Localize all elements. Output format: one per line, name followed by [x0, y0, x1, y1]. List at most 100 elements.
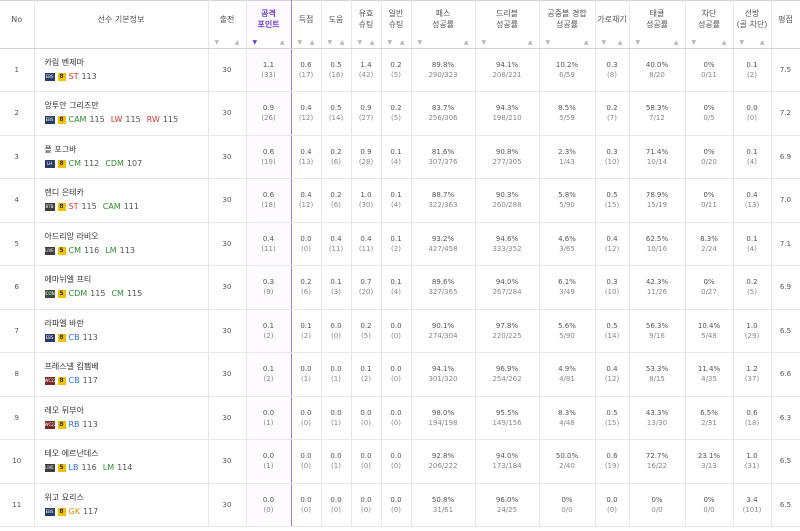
- sort-down-icon[interactable]: ▼: [418, 38, 423, 48]
- col-header-no[interactable]: No: [0, 0, 35, 38]
- player-info[interactable]: 앙투안 그리즈만 EBS 8 CAM 115 LW 115 RW 115: [34, 91, 209, 136]
- player-info[interactable]: 라파엘 바란 EBS 8 CB 113: [34, 309, 209, 353]
- sort-up-icon[interactable]: ▲: [722, 38, 727, 48]
- col-header-dribble[interactable]: 드리블 성공률: [475, 0, 540, 38]
- sort-controls[interactable]: ▼ ▲: [245, 37, 292, 49]
- table-row[interactable]: 5 아드리앙 라비오 LIVE 5 CM 116 LM 113 30 0.4 (11) 0.…: [0, 222, 800, 266]
- table-row[interactable]: 3 폴 포그바 LH 8 CM 112 CDM 107 30 0.6 (19) 0.4 (13…: [0, 135, 800, 179]
- col-header-goals[interactable]: 득점: [291, 0, 322, 38]
- sort-down-icon[interactable]: ▼: [388, 38, 393, 48]
- sort-down-icon[interactable]: ▼: [215, 38, 220, 48]
- sort-down-icon[interactable]: ▼: [602, 38, 607, 48]
- player-name[interactable]: 에마뉘엘 프티: [45, 275, 208, 285]
- intercept-cell: 0.4 (12): [595, 222, 630, 266]
- col-header-rating[interactable]: 평점: [771, 0, 800, 38]
- team-badge-icon: WC22: [44, 420, 57, 429]
- player-info[interactable]: 에마뉘엘 프티 ICON 5 CDM 115 CM 115: [34, 265, 209, 310]
- col-header-shots-on[interactable]: 유효 슈팅: [351, 0, 382, 38]
- sort-up-icon[interactable]: ▲: [760, 38, 765, 48]
- sort-controls[interactable]: ▼ ▲: [685, 37, 734, 49]
- sort-controls[interactable]: ▼ ▲: [351, 37, 382, 49]
- apps-cell: 30: [208, 309, 247, 353]
- sort-up-icon[interactable]: ▲: [584, 38, 589, 48]
- sort-down-icon[interactable]: ▼: [692, 38, 697, 48]
- player-info[interactable]: 아드리앙 라비오 LIVE 5 CM 116 LM 113: [34, 222, 209, 266]
- col-header-assists[interactable]: 도움: [321, 0, 352, 38]
- dribble-cell: 94.0% 173/184: [475, 439, 540, 484]
- player-info[interactable]: 카림 벤제마 EBS 8 ST 113: [34, 48, 209, 92]
- player-name[interactable]: 레오 뒤부아: [45, 406, 208, 416]
- sort-controls[interactable]: ▼ ▲: [539, 37, 596, 49]
- intercept-cell: 0.5 (15): [595, 396, 630, 440]
- col-header-aerial[interactable]: 공중볼 경합 성공률: [539, 0, 596, 38]
- sort-down-icon[interactable]: ▼: [253, 38, 258, 48]
- dribble-cell: 96.0% 24/25: [475, 483, 540, 527]
- col-header-player[interactable]: 선수 기본정보: [34, 0, 209, 38]
- aerial-cell: 4.9% 4/81: [539, 352, 596, 397]
- sort-up-icon[interactable]: ▲: [235, 38, 240, 48]
- sort-down-icon[interactable]: ▼: [358, 38, 363, 48]
- player-name[interactable]: 테오 에르난데스: [45, 449, 208, 459]
- sort-controls[interactable]: ▼ ▲: [411, 37, 476, 49]
- player-name[interactable]: 프레스넬 킴펨베: [45, 362, 208, 372]
- position-label: LW: [110, 115, 123, 125]
- header-row: No 선수 기본정보 출전 공격 포인트 득점 도움 유효 슈팅 일반 슈팅 패스 성공…: [0, 0, 800, 38]
- sort-controls[interactable]: ▼ ▲: [291, 37, 322, 49]
- player-name[interactable]: 아드리앙 라비오: [45, 232, 208, 242]
- col-header-defense[interactable]: 선방 (골 차단): [733, 0, 772, 38]
- table-row[interactable]: 2 앙투안 그리즈만 EBS 8 CAM 115 LW 115 RW 115 30 0.9(…: [0, 91, 800, 136]
- player-info[interactable]: 프레스넬 킴펨베 WC22 8 CB 117: [34, 352, 209, 397]
- sort-up-icon[interactable]: ▲: [310, 38, 315, 48]
- table-row[interactable]: 6 에마뉘엘 프티 ICON 5 CDM 115 CM 115 30 0.3 (9) 0.2…: [0, 265, 800, 310]
- shots-on-cell: 0.1 (2): [351, 352, 382, 397]
- player-name[interactable]: 폴 포그바: [45, 145, 208, 155]
- table-row[interactable]: 9 레오 뒤부아 WC22 8 RB 113 30 0.0 (1) 0.0 (0) 0.0(…: [0, 396, 800, 440]
- sort-up-icon[interactable]: ▲: [674, 38, 679, 48]
- sort-down-icon[interactable]: ▼: [328, 38, 333, 48]
- player-info[interactable]: 레오 뒤부아 WC22 8 RB 113: [34, 396, 209, 440]
- sort-down-icon[interactable]: ▼: [636, 38, 641, 48]
- block-cell: 0% 0/5: [685, 91, 734, 136]
- player-name[interactable]: 앙투안 그리즈만: [45, 101, 208, 111]
- table-row[interactable]: 10 테오 에르난데스 LIVE 5 LB 116 LM 114 30 0.0 (1) 0.…: [0, 439, 800, 484]
- player-info[interactable]: 랜디 은테카 BTB 8 ST 115 CAM 111: [34, 178, 209, 223]
- col-header-apps[interactable]: 출전: [208, 0, 247, 38]
- sort-controls[interactable]: ▼ ▲: [475, 37, 540, 49]
- sort-controls[interactable]: ▼ ▲: [381, 37, 412, 49]
- sort-up-icon[interactable]: ▲: [280, 38, 285, 48]
- sort-up-icon[interactable]: ▲: [340, 38, 345, 48]
- col-header-block[interactable]: 차단 성공률: [685, 0, 734, 38]
- sort-down-icon[interactable]: ▼: [482, 38, 487, 48]
- sort-controls[interactable]: ▼ ▲: [321, 37, 352, 49]
- player-info[interactable]: 위고 요리스 EBS 8 GK 117: [34, 483, 209, 527]
- col-header-intercept[interactable]: 가로채기: [595, 0, 630, 38]
- sort-controls[interactable]: ▼ ▲: [595, 37, 630, 49]
- player-name[interactable]: 라파엘 바란: [45, 319, 208, 329]
- col-header-pass[interactable]: 패스 성공률: [411, 0, 476, 38]
- sort-down-icon[interactable]: ▼: [298, 38, 303, 48]
- col-header-attack-points[interactable]: 공격 포인트: [245, 0, 292, 38]
- player-info[interactable]: 테오 에르난데스 LIVE 5 LB 116 LM 114: [34, 439, 209, 484]
- player-name[interactable]: 카림 벤제마: [45, 58, 208, 68]
- player-name[interactable]: 랜디 은테카: [45, 188, 208, 198]
- sort-up-icon[interactable]: ▲: [528, 38, 533, 48]
- sort-controls[interactable]: ▼ ▲: [208, 37, 247, 49]
- col-header-shots[interactable]: 일반 슈팅: [381, 0, 412, 38]
- table-row[interactable]: 1 카림 벤제마 EBS 8 ST 113 30 1.1 (33) 0.6 (17) 0.5…: [0, 48, 800, 92]
- table-row[interactable]: 7 라파엘 바란 EBS 8 CB 113 30 0.1 (2) 0.1 (2) 0.0 (0…: [0, 309, 800, 353]
- defense-cell: 0.4 (13): [733, 178, 772, 223]
- player-name[interactable]: 위고 요리스: [45, 493, 208, 503]
- col-header-tackle[interactable]: 태클 성공률: [629, 0, 686, 38]
- sort-up-icon[interactable]: ▲: [464, 38, 469, 48]
- sort-controls[interactable]: ▼ ▲: [733, 37, 772, 49]
- sort-down-icon[interactable]: ▼: [546, 38, 551, 48]
- table-row[interactable]: 11 위고 요리스 EBS 8 GK 117 30 0.0 (0) 0.0 (0) 0.0(…: [0, 483, 800, 527]
- table-row[interactable]: 8 프레스넬 킴펨베 WC22 8 CB 117 30 0.1 (2) 0.0 (1) 0.…: [0, 352, 800, 397]
- sort-controls[interactable]: ▼ ▲: [629, 37, 686, 49]
- table-row[interactable]: 4 랜디 은테카 BTB 8 ST 115 CAM 111 30 0.6 (18) 0.4(…: [0, 178, 800, 223]
- sort-down-icon[interactable]: ▼: [740, 38, 745, 48]
- sort-up-icon[interactable]: ▲: [370, 38, 375, 48]
- sort-up-icon[interactable]: ▲: [618, 38, 623, 48]
- sort-up-icon[interactable]: ▲: [400, 38, 405, 48]
- player-info[interactable]: 폴 포그바 LH 8 CM 112 CDM 107: [34, 135, 209, 179]
